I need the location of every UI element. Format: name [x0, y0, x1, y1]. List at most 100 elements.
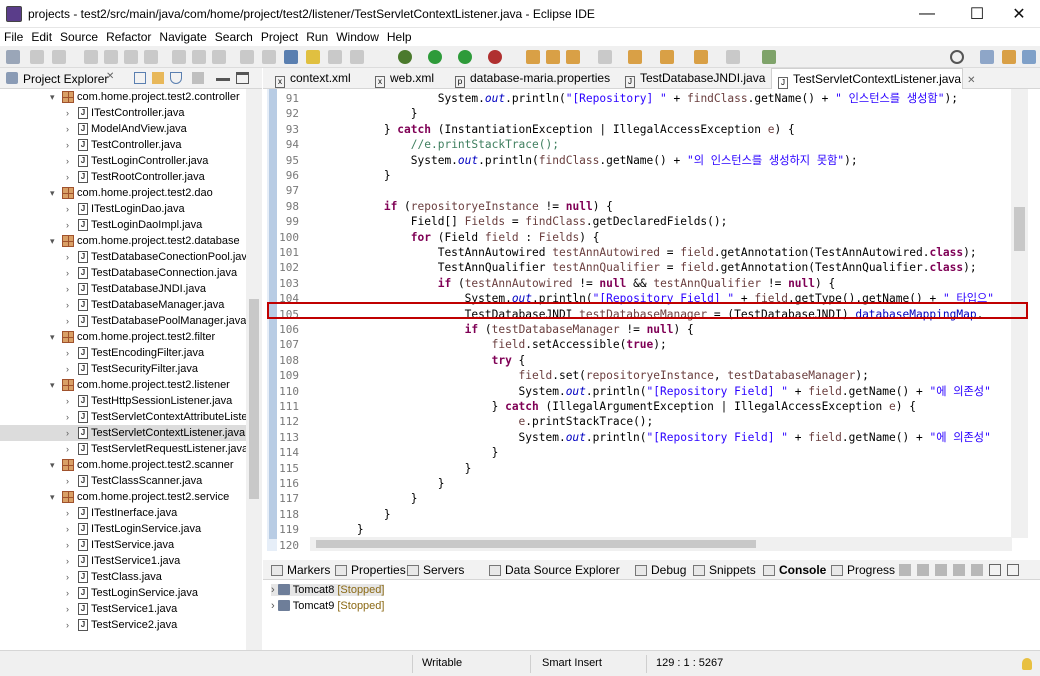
open-perspective-icon[interactable]: [980, 50, 994, 64]
file-item[interactable]: › J TestDatabaseConnection.java: [0, 265, 246, 281]
run-icon[interactable]: [428, 50, 442, 64]
skip-breakpoints-icon[interactable]: [84, 50, 98, 64]
code-line[interactable]: e.printStackTrace();: [303, 414, 654, 429]
expand-chevron-icon[interactable]: ›: [66, 521, 69, 537]
code-editor[interactable]: 91 92 93 94 95 96 97 98 99 100 101 102 103 104 105 106 1…: [263, 89, 1040, 551]
expand-chevron-icon[interactable]: ›: [66, 281, 69, 297]
expand-chevron-icon[interactable]: ›: [66, 217, 69, 233]
menu-run[interactable]: Run: [306, 30, 328, 44]
package-item[interactable]: ▾ com.home.project.test2.controller: [0, 89, 246, 105]
collapse-view-icon[interactable]: [899, 564, 911, 576]
coverage-icon[interactable]: [458, 50, 472, 64]
expand-chevron-icon[interactable]: ›: [66, 297, 69, 313]
pin-editor-icon[interactable]: [762, 50, 776, 64]
back-icon[interactable]: [694, 50, 708, 64]
expand-chevron-icon[interactable]: ›: [66, 249, 69, 265]
code-line[interactable]: System.out.println("[Repository Field] "…: [303, 384, 991, 399]
maximize-view-icon[interactable]: [1007, 564, 1019, 576]
code-line[interactable]: System.out.println("[Repository Field] "…: [303, 430, 991, 445]
project-explorer-scrollbar[interactable]: [246, 89, 262, 650]
expand-chevron-icon[interactable]: ›: [271, 584, 278, 596]
expand-chevron-icon[interactable]: ›: [66, 409, 69, 425]
scrollbar-thumb[interactable]: [249, 299, 259, 499]
package-item[interactable]: ▾ com.home.project.test2.scanner: [0, 457, 246, 473]
expand-chevron-icon[interactable]: ›: [66, 441, 69, 457]
expand-chevron-icon[interactable]: ›: [66, 601, 69, 617]
code-line[interactable]: Field[] Fields = findClass.getDeclaredFi…: [303, 214, 728, 229]
expand-chevron-icon[interactable]: ›: [66, 169, 69, 185]
expand-chevron-icon[interactable]: ›: [66, 505, 69, 521]
collapse-all-icon[interactable]: [134, 72, 146, 84]
expand-chevron-icon[interactable]: ›: [66, 569, 69, 585]
file-item[interactable]: › J TestController.java: [0, 137, 246, 153]
file-item[interactable]: › J TestService1.java: [0, 601, 246, 617]
menu-window[interactable]: Window: [336, 30, 379, 44]
code-line[interactable]: field.set(repositoryeInstance, testDatab…: [303, 368, 869, 383]
scrollbar-thumb[interactable]: [1014, 207, 1025, 251]
search-toolbar-icon[interactable]: [598, 50, 612, 64]
bottom-tab[interactable]: Progress: [831, 563, 895, 577]
file-item[interactable]: › J TestDatabaseManager.java: [0, 297, 246, 313]
server-item[interactable]: › Tomcat9 [Stopped]: [271, 600, 384, 612]
expand-chevron-icon[interactable]: ▾: [50, 185, 55, 201]
server-item[interactable]: › Tomcat8 [Stopped]: [271, 584, 385, 596]
editor-tab[interactable]: J TestServletContextListener.java ✕: [771, 68, 975, 89]
menu-file[interactable]: File: [4, 30, 23, 44]
debug-view-icon[interactable]: [935, 564, 947, 576]
file-item[interactable]: › J TestServletContextListener.java: [0, 425, 246, 441]
code-line[interactable]: field.setAccessible(true);: [303, 337, 667, 352]
expand-chevron-icon[interactable]: ›: [66, 105, 69, 121]
maximize-button[interactable]: ☐: [954, 0, 1000, 28]
filter-icon[interactable]: [170, 72, 182, 84]
close-view-icon[interactable]: ✕: [106, 71, 114, 82]
menu-project[interactable]: Project: [261, 30, 298, 44]
step-over-icon[interactable]: [192, 50, 206, 64]
expand-chevron-icon[interactable]: ▾: [50, 329, 55, 345]
new-java-class-icon[interactable]: [546, 50, 560, 64]
last-edit-location-icon[interactable]: [660, 50, 674, 64]
step-into-icon[interactable]: [172, 50, 186, 64]
package-item[interactable]: ▾ com.home.project.test2.filter: [0, 329, 246, 345]
terminate-icon[interactable]: [144, 50, 158, 64]
editor-tab[interactable]: p database-maria.properties: [449, 68, 615, 89]
file-item[interactable]: › J TestHttpSessionListener.java: [0, 393, 246, 409]
file-item[interactable]: › J TestClass.java: [0, 569, 246, 585]
file-item[interactable]: › J TestDatabaseConectionPool.java: [0, 249, 246, 265]
publish-view-icon[interactable]: [971, 564, 983, 576]
java-ee-perspective-icon[interactable]: [1002, 50, 1016, 64]
menu-edit[interactable]: Edit: [31, 30, 52, 44]
file-item[interactable]: › J ModelAndView.java: [0, 121, 246, 137]
package-item[interactable]: ▾ com.home.project.test2.listener: [0, 377, 246, 393]
code-line[interactable]: } catch (IllegalArgumentException | Ille…: [303, 399, 916, 414]
code-line[interactable]: }: [303, 445, 499, 460]
open-type-icon[interactable]: [284, 50, 298, 64]
expand-chevron-icon[interactable]: ▾: [50, 89, 55, 105]
minimize-view-icon[interactable]: [216, 78, 230, 81]
expand-chevron-icon[interactable]: ›: [66, 537, 69, 553]
package-item[interactable]: ▾ com.home.project.test2.dao: [0, 185, 246, 201]
expand-chevron-icon[interactable]: ›: [66, 473, 69, 489]
file-item[interactable]: › J TestLoginService.java: [0, 585, 246, 601]
show-whitespace-icon[interactable]: [350, 50, 364, 64]
package-item[interactable]: ▾ com.home.project.test2.service: [0, 489, 246, 505]
code-line[interactable]: }: [303, 491, 418, 506]
editor-tab[interactable]: x context.xml: [269, 68, 365, 89]
code-line[interactable]: //e.printStackTrace();: [303, 137, 559, 152]
file-item[interactable]: › J ITestService.java: [0, 537, 246, 553]
code-line[interactable]: System.out.println(findClass.getName() +…: [303, 153, 858, 168]
use-step-filters-icon[interactable]: [240, 50, 254, 64]
code-line[interactable]: if (testAnnAutowired != null && testAnnQ…: [303, 276, 836, 291]
debug-perspective-icon[interactable]: [1022, 50, 1036, 64]
view-menu-icon[interactable]: [192, 72, 204, 84]
code-line[interactable]: }: [303, 476, 445, 491]
expand-chevron-icon[interactable]: ›: [66, 361, 69, 377]
block-selection-icon[interactable]: [328, 50, 342, 64]
file-item[interactable]: › J TestDatabaseJNDI.java: [0, 281, 246, 297]
new-icon[interactable]: [6, 50, 20, 64]
code-line[interactable]: } catch (InstantiationException | Illega…: [303, 122, 795, 137]
project-explorer-title[interactable]: Project Explorer: [23, 72, 108, 86]
bottom-tab[interactable]: Markers: [271, 563, 330, 577]
toggle-mark-occurrences-icon[interactable]: [306, 50, 320, 64]
step-return-icon[interactable]: [212, 50, 226, 64]
file-item[interactable]: › J TestSecurityFilter.java: [0, 361, 246, 377]
